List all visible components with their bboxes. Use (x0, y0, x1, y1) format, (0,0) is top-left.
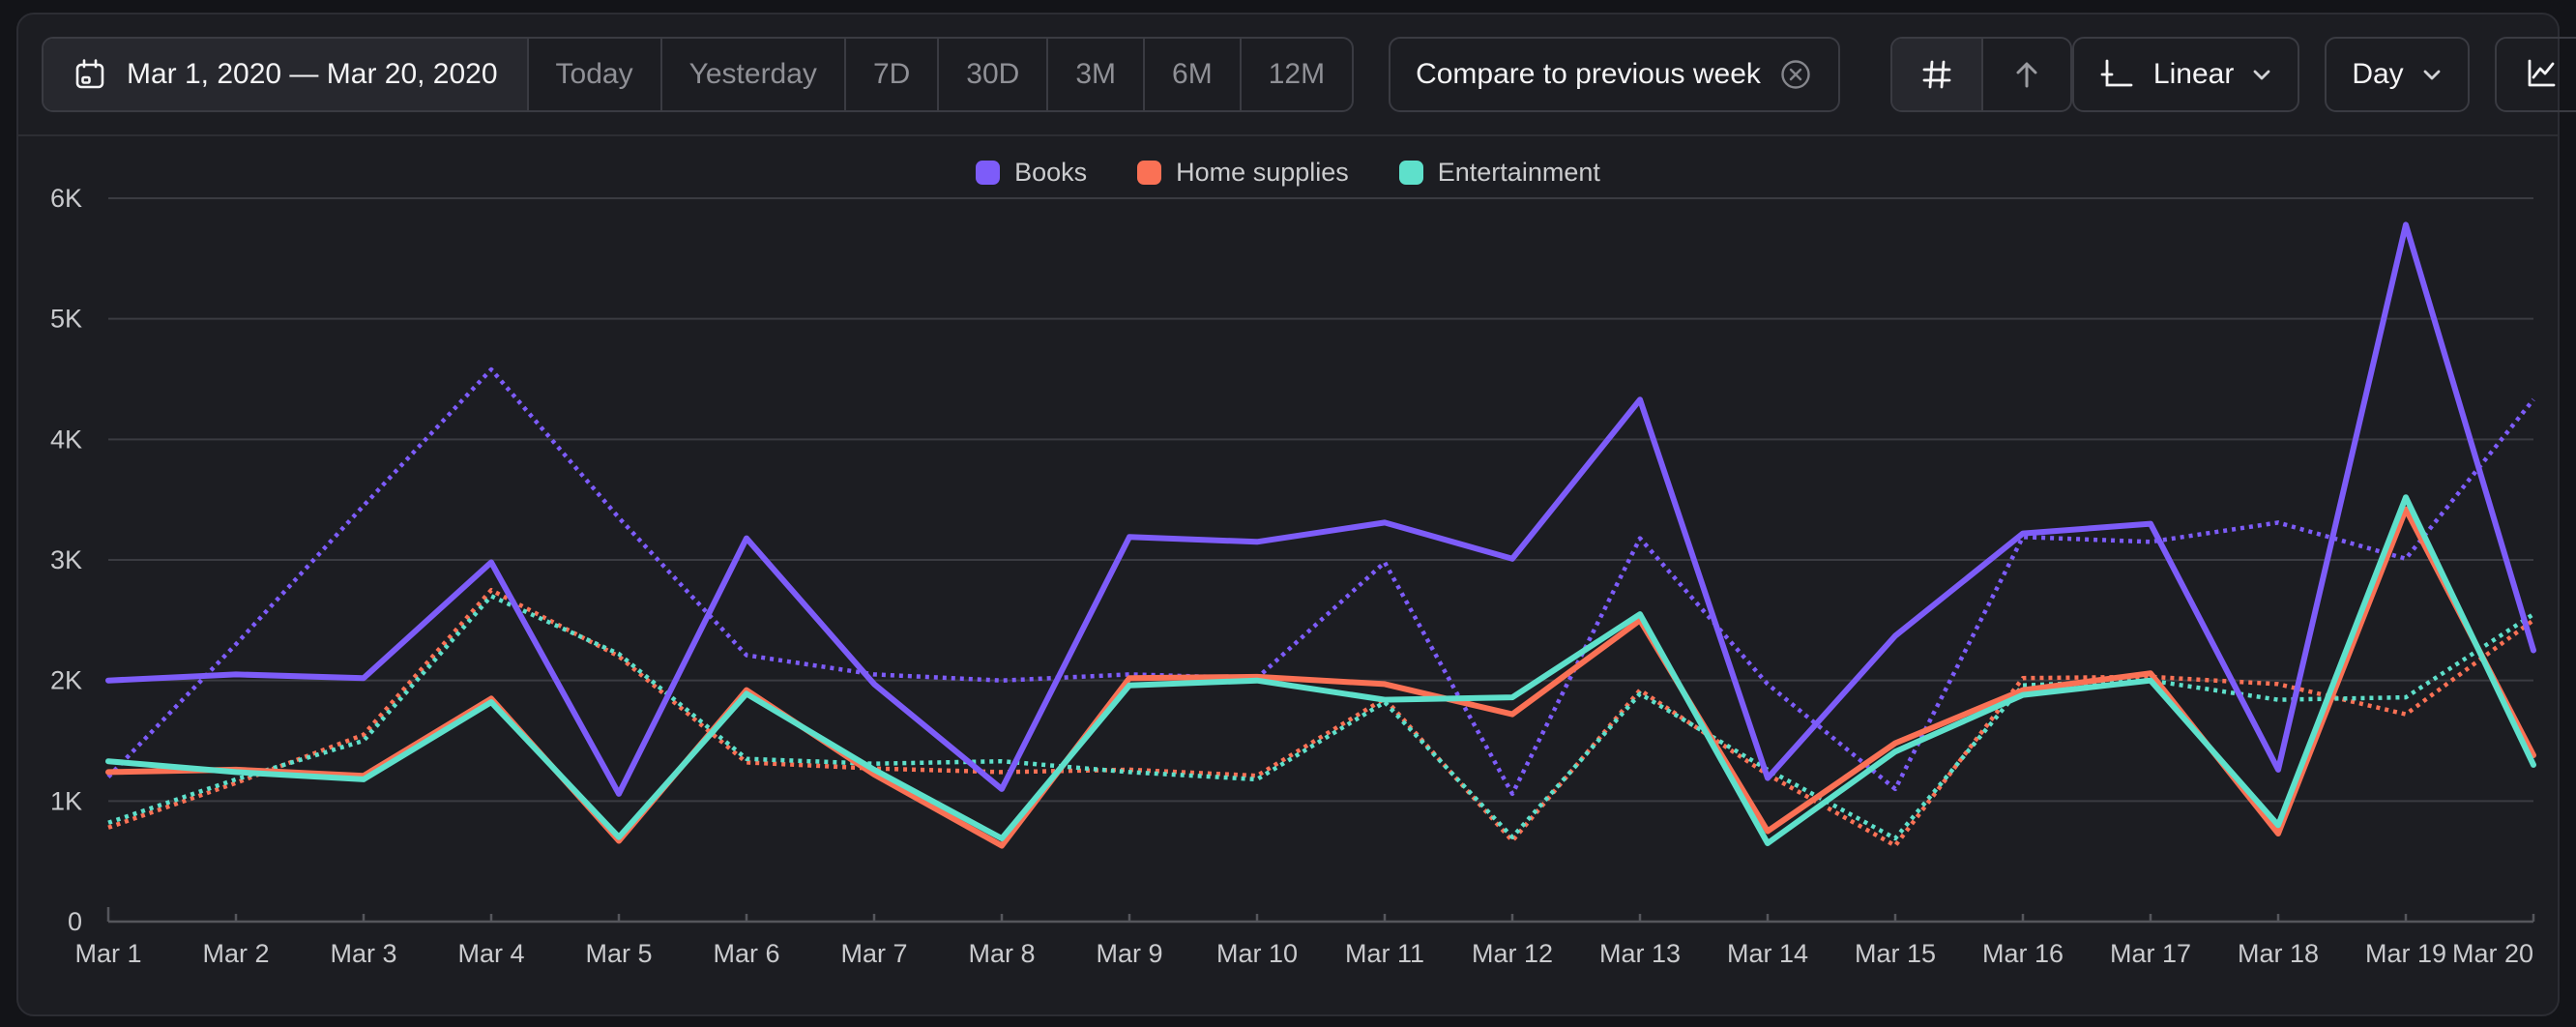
x-axis-label-mar-15: Mar 15 (1855, 939, 1936, 968)
legend-swatch (976, 161, 1000, 185)
chart-controls: Linear Day (2072, 37, 2576, 112)
legend-item-home-supplies[interactable]: Home supplies (1137, 158, 1349, 188)
x-axis-label-mar-2: Mar 2 (202, 939, 269, 968)
date-range-picker[interactable]: Mar 1, 2020 — Mar 20, 2020 (44, 39, 527, 110)
x-axis-label-mar-9: Mar 9 (1096, 939, 1162, 968)
interval-label: Day (2352, 58, 2403, 91)
grid-icon (1920, 58, 1953, 91)
y-axis-label-4K: 4K (50, 425, 82, 454)
x-axis-label-mar-12: Mar 12 (1472, 939, 1553, 968)
view-toggle-group (1890, 37, 2072, 112)
scale-label: Linear (2153, 58, 2234, 91)
series-line-home-supplies-previous-week (108, 590, 2533, 845)
chart-region: 0 1K 2K 3K 4K 5K 6K Mar 1 Mar 2 Mar 3 Mar 4 Mar 5 Ma… (18, 136, 2558, 1014)
x-axis-label-mar-17: Mar 17 (2110, 939, 2191, 968)
date-range-label: Mar 1, 2020 — Mar 20, 2020 (127, 58, 498, 91)
dashboard-panel: Mar 1, 2020 — Mar 20, 2020 TodayYesterda… (16, 13, 2560, 1016)
x-axis-label-mar-19: Mar 19 (2365, 939, 2446, 968)
x-axis-label-mar-4: Mar 4 (457, 939, 524, 968)
legend-swatch (1399, 161, 1423, 185)
legend-swatch (1137, 161, 1161, 185)
preset-yesterday[interactable]: Yesterday (660, 39, 844, 110)
x-axis-label-mar-3: Mar 3 (330, 939, 396, 968)
y-axis-label-5K: 5K (50, 305, 82, 334)
date-range-group: Mar 1, 2020 — Mar 20, 2020 TodayYesterda… (42, 37, 1354, 112)
chevron-down-icon (2421, 68, 2443, 81)
x-axis-label-mar-14: Mar 14 (1727, 939, 1808, 968)
legend-item-books[interactable]: Books (976, 158, 1087, 188)
preset-30d[interactable]: 30D (937, 39, 1046, 110)
x-axis-label-mar-10: Mar 10 (1216, 939, 1298, 968)
legend: Books Home supplies Entertainment (18, 158, 2558, 188)
y-axis-label-6K: 6K (50, 184, 82, 213)
line-chart-icon (2522, 56, 2559, 93)
x-axis-label-mar-18: Mar 18 (2238, 939, 2319, 968)
interval-dropdown[interactable]: Day (2325, 37, 2469, 112)
preset-7d[interactable]: 7D (844, 39, 937, 110)
y-axis-label-0: 0 (68, 907, 82, 936)
x-axis-label-mar-1: Mar 1 (74, 939, 141, 968)
scale-dropdown[interactable]: Linear (2072, 37, 2299, 112)
series-line-entertainment (108, 497, 2533, 843)
toolbar: Mar 1, 2020 — Mar 20, 2020 TodayYesterda… (18, 15, 2558, 136)
preset-6m[interactable]: 6M (1143, 39, 1240, 110)
y-axis-label-2K: 2K (50, 666, 82, 695)
series-line-entertainment-previous-week (108, 596, 2533, 838)
compare-label: Compare to previous week (1416, 58, 1761, 91)
calendar-icon (73, 57, 107, 92)
x-axis-label-mar-6: Mar 6 (713, 939, 779, 968)
grid-view-toggle[interactable] (1892, 39, 1981, 110)
arrow-up-toggle[interactable] (1981, 39, 2070, 110)
legend-label: Books (1014, 158, 1087, 188)
x-axis-label-mar-13: Mar 13 (1599, 939, 1681, 968)
legend-item-entertainment[interactable]: Entertainment (1399, 158, 1600, 188)
legend-label: Home supplies (1176, 158, 1349, 188)
linear-axis-icon (2099, 56, 2136, 93)
chart-svg: 0 1K 2K 3K 4K 5K 6K Mar 1 Mar 2 Mar 3 Mar 4 Mar 5 Ma… (18, 136, 2558, 1014)
x-axis-label-mar-7: Mar 7 (840, 939, 907, 968)
x-axis-label-mar-8: Mar 8 (968, 939, 1035, 968)
x-axis-label-mar-11: Mar 11 (1345, 939, 1424, 968)
preset-3m[interactable]: 3M (1046, 39, 1143, 110)
chevron-down-icon (2251, 68, 2272, 81)
y-axis-label-1K: 1K (50, 786, 82, 815)
preset-12m[interactable]: 12M (1240, 39, 1352, 110)
y-axis-label-3K: 3K (50, 545, 82, 574)
compare-button[interactable]: Compare to previous week (1389, 37, 1840, 112)
chart-type-dropdown[interactable]: Line (2495, 37, 2576, 112)
preset-today[interactable]: Today (527, 39, 660, 110)
x-axis-label-mar-16: Mar 16 (1982, 939, 2064, 968)
legend-label: Entertainment (1438, 158, 1600, 188)
x-axis-label-mar-5: Mar 5 (585, 939, 652, 968)
dismiss-compare-icon[interactable] (1778, 57, 1813, 92)
arrow-up-icon (2010, 58, 2043, 91)
x-axis-label-mar-20: Mar 20 (2452, 939, 2533, 968)
